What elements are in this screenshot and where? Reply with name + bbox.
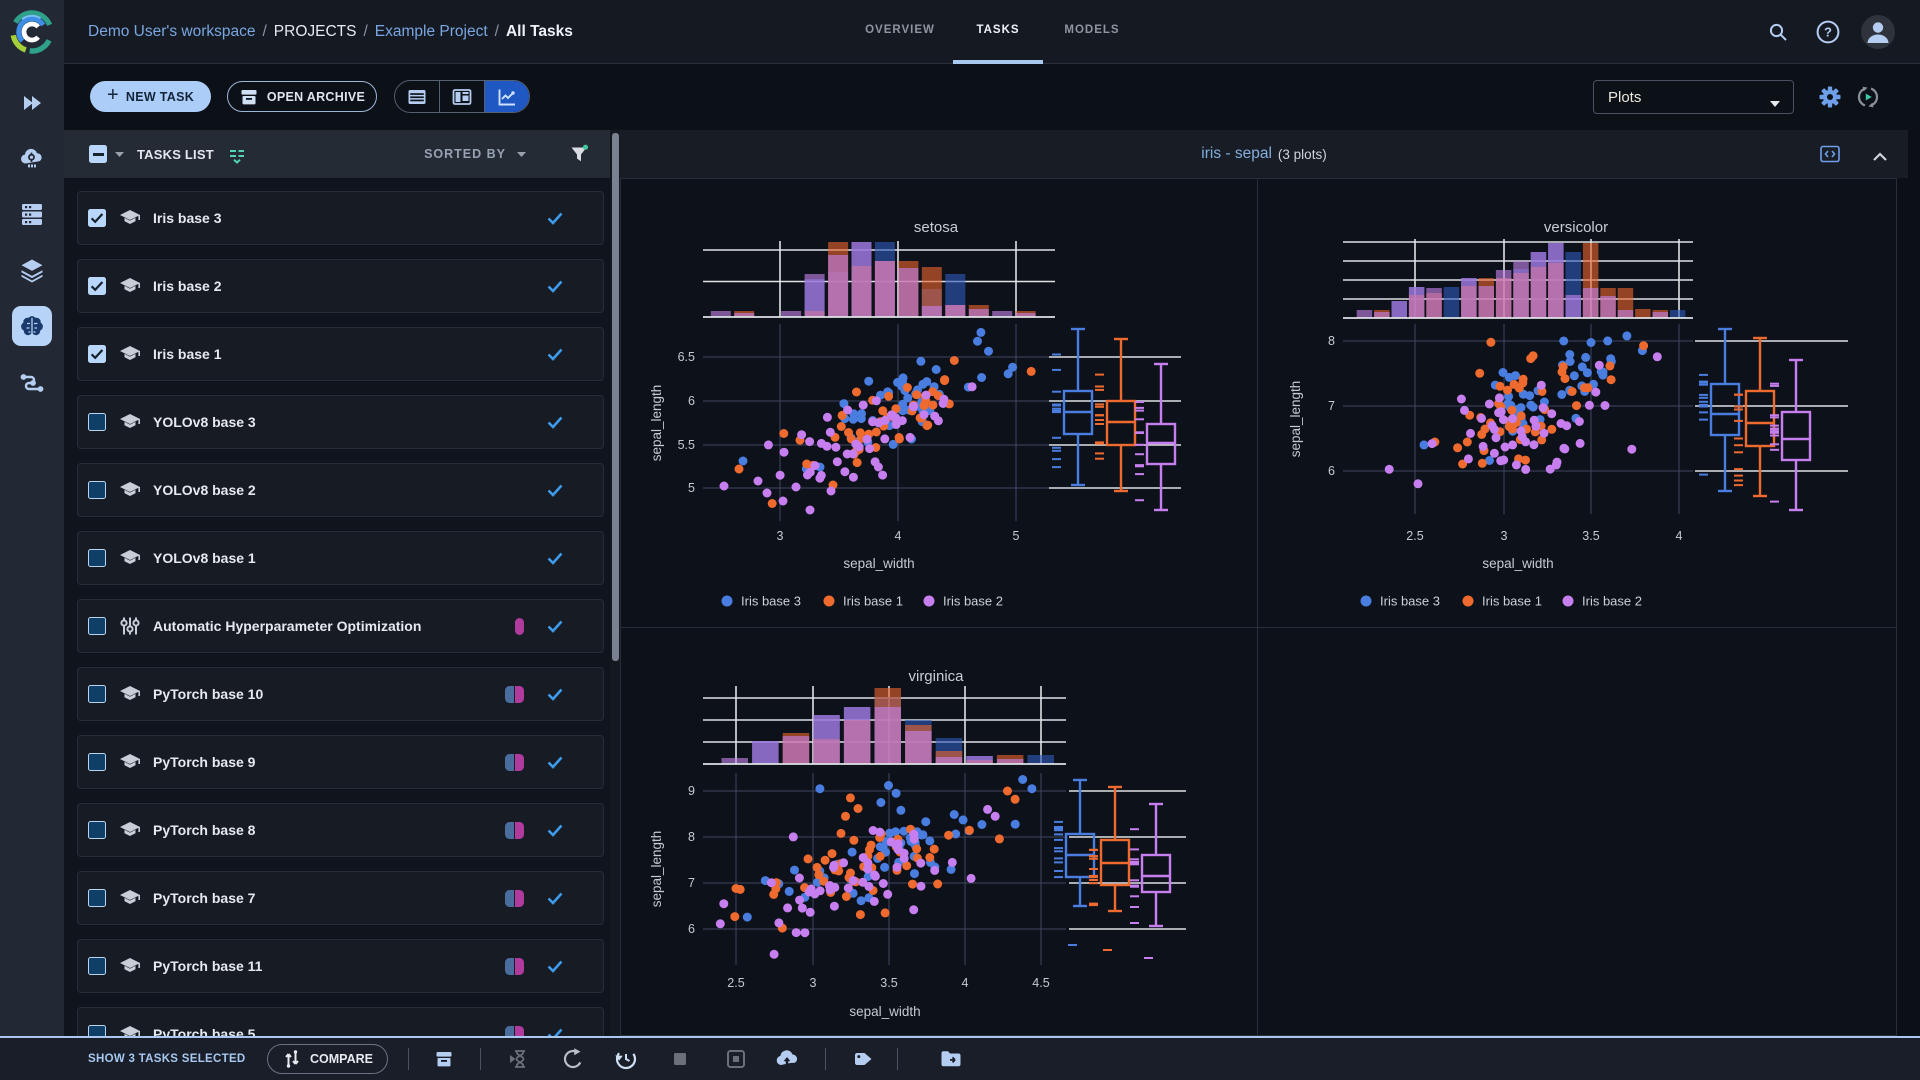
svg-text:Iris base 1: Iris base 1: [1482, 594, 1542, 609]
svg-text:3: 3: [810, 976, 817, 990]
svg-text:sepal_length: sepal_length: [1288, 381, 1303, 458]
svg-text:sepal_length: sepal_length: [649, 831, 664, 908]
svg-text:sepal_width: sepal_width: [849, 1004, 920, 1019]
svg-text:2.5: 2.5: [727, 976, 744, 990]
svg-text:9: 9: [688, 784, 695, 798]
svg-text:6: 6: [1328, 464, 1335, 478]
svg-text:sepal_width: sepal_width: [843, 556, 914, 571]
svg-text:Iris base 3: Iris base 3: [1380, 594, 1440, 609]
svg-text:7: 7: [688, 876, 695, 890]
svg-text:4: 4: [895, 529, 902, 543]
svg-text:3: 3: [1501, 529, 1508, 543]
svg-text:5: 5: [688, 481, 695, 495]
svg-text:4: 4: [962, 976, 969, 990]
svg-text:setosa: setosa: [914, 219, 959, 236]
svg-text:Iris base 1: Iris base 1: [843, 594, 903, 609]
svg-text:8: 8: [1328, 334, 1335, 348]
svg-text:virginica: virginica: [908, 668, 964, 685]
svg-text:sepal_length: sepal_length: [649, 385, 664, 462]
svg-text:3.5: 3.5: [880, 976, 897, 990]
svg-text:5.5: 5.5: [678, 438, 695, 452]
svg-text:2.5: 2.5: [1406, 529, 1423, 543]
svg-text:Iris base 2: Iris base 2: [943, 594, 1003, 609]
svg-text:3: 3: [777, 529, 784, 543]
svg-text:5: 5: [1013, 529, 1020, 543]
svg-text:sepal_width: sepal_width: [1482, 556, 1553, 571]
svg-text:4: 4: [1676, 529, 1683, 543]
svg-text:Iris base 2: Iris base 2: [1582, 594, 1642, 609]
svg-text:6: 6: [688, 922, 695, 936]
svg-text:7: 7: [1328, 399, 1335, 413]
svg-text:Iris base 3: Iris base 3: [741, 594, 801, 609]
svg-text:4.5: 4.5: [1032, 976, 1049, 990]
svg-text:6.5: 6.5: [678, 350, 695, 364]
svg-text:6: 6: [688, 394, 695, 408]
svg-text:versicolor: versicolor: [1544, 219, 1608, 236]
svg-text:?: ?: [1824, 25, 1832, 40]
svg-text:8: 8: [688, 830, 695, 844]
svg-text:3.5: 3.5: [1582, 529, 1599, 543]
